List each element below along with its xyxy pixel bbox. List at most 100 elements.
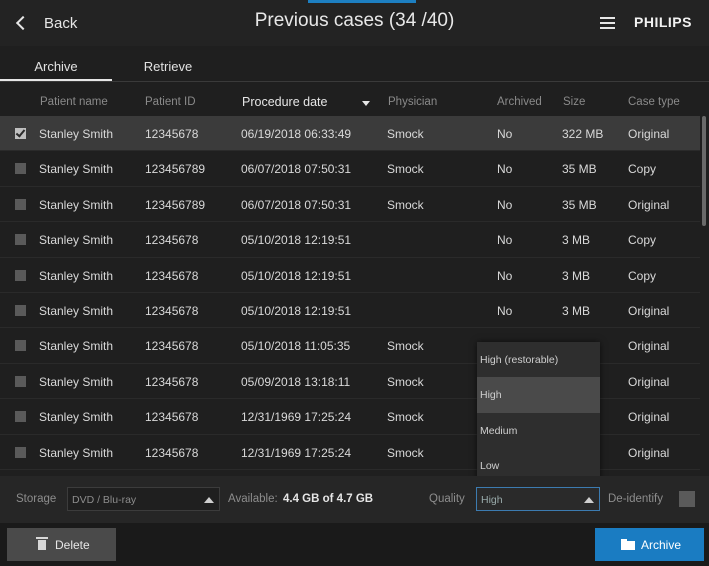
- cell-patient-id: 12345678: [145, 233, 199, 248]
- cell-patient-id: 12345678: [145, 374, 199, 389]
- cell-patient-name: Stanley Smith: [39, 268, 114, 283]
- row-checkbox[interactable]: [15, 234, 26, 246]
- cell-size: 3 MB: [562, 233, 591, 248]
- caret-up-icon: [584, 497, 594, 503]
- cell-case-type: Copy: [628, 268, 657, 283]
- cell-patient-id: 12345678: [145, 268, 199, 283]
- cell-case-type: Copy: [628, 162, 657, 177]
- sort-descending-icon: [362, 101, 370, 106]
- brand-logo: PHILIPS: [634, 14, 692, 30]
- row-checkbox[interactable]: [15, 198, 26, 210]
- cell-physician: Smock: [387, 374, 424, 389]
- column-header-patient-id[interactable]: Patient ID: [145, 96, 196, 108]
- table-row[interactable]: Stanley Smith 123456789 06/07/2018 07:50:3…: [0, 186, 700, 223]
- column-header-procedure-date[interactable]: Procedure date: [242, 95, 327, 109]
- row-checkbox[interactable]: [15, 269, 26, 281]
- cell-patient-name: Stanley Smith: [39, 162, 114, 177]
- header-bar: Back Previous cases (34 /40) PHILIPS: [0, 0, 709, 46]
- trash-icon: [36, 537, 48, 550]
- cell-patient-id: 12345678: [145, 339, 199, 354]
- column-header-case-type[interactable]: Case type: [628, 96, 680, 108]
- column-header-physician[interactable]: Physician: [388, 96, 437, 108]
- cell-physician: Smock: [387, 197, 424, 212]
- cell-case-type: Original: [628, 197, 670, 212]
- cell-physician: Smock: [387, 127, 424, 141]
- storage-select-value: DVD / Blu-ray: [72, 494, 137, 506]
- cell-patient-name: Stanley Smith: [39, 410, 114, 425]
- table-row[interactable]: Stanley Smith 12345678 05/10/2018 12:19:51…: [0, 292, 700, 329]
- caret-up-icon: [204, 497, 214, 503]
- cell-case-type: Original: [628, 127, 670, 141]
- deidentify-label: De-identify: [608, 493, 663, 505]
- cell-patient-id: 12345678: [145, 445, 199, 460]
- row-checkbox[interactable]: [15, 128, 26, 139]
- cell-size: 3 MB: [562, 303, 591, 318]
- cell-procedure-date: 06/19/2018 06:33:49: [241, 127, 352, 141]
- cell-patient-id: 123456789: [145, 162, 206, 177]
- quality-select[interactable]: High: [476, 487, 600, 511]
- cell-case-type: Original: [628, 445, 670, 460]
- quality-option-medium[interactable]: Medium: [477, 413, 600, 448]
- header-accent-line: [308, 0, 416, 3]
- cell-physician: Smock: [387, 339, 424, 354]
- cell-procedure-date: 12/31/1969 17:25:24: [241, 410, 352, 425]
- tab-archive[interactable]: Archive: [0, 53, 112, 81]
- cell-patient-name: Stanley Smith: [39, 374, 114, 389]
- column-header-size[interactable]: Size: [563, 96, 585, 108]
- available-label: Available:: [228, 493, 278, 505]
- storage-label: Storage: [16, 493, 57, 505]
- cell-patient-name: Stanley Smith: [39, 445, 114, 460]
- cell-size: 3 MB: [562, 268, 591, 283]
- row-checkbox[interactable]: [15, 375, 26, 387]
- quality-dropdown-menu: High (restorable) High Medium Low: [477, 342, 600, 483]
- archive-button[interactable]: Archive: [595, 528, 704, 561]
- cell-size: 35 MB: [562, 162, 597, 177]
- cell-procedure-date: 05/10/2018 12:19:51: [241, 303, 352, 318]
- cell-patient-id: 12345678: [145, 410, 199, 425]
- cell-case-type: Copy: [628, 233, 657, 248]
- cell-procedure-date: 12/31/1969 17:25:24: [241, 445, 352, 460]
- table-row[interactable]: Stanley Smith 12345678 05/10/2018 12:19:51…: [0, 257, 700, 293]
- table-row[interactable]: Stanley Smith 12345678 05/10/2018 12:19:51…: [0, 222, 700, 258]
- available-value: 4.4 GB of 4.7 GB: [283, 493, 374, 505]
- cell-archived: No: [497, 268, 513, 283]
- row-checkbox[interactable]: [15, 163, 26, 175]
- cell-archived: No: [497, 197, 513, 212]
- cell-patient-id: 12345678: [145, 303, 199, 318]
- row-checkbox[interactable]: [15, 340, 26, 352]
- cell-procedure-date: 05/10/2018 12:19:51: [241, 268, 352, 283]
- cell-physician: Smock: [387, 410, 424, 425]
- cell-physician: Smock: [387, 445, 424, 460]
- cell-archived: No: [497, 162, 513, 177]
- cell-patient-id: 123456789: [145, 197, 206, 212]
- column-header-patient-name[interactable]: Patient name: [40, 96, 108, 108]
- archive-button-label: Archive: [641, 538, 682, 552]
- cell-archived: No: [497, 127, 513, 141]
- column-header-archived[interactable]: Archived: [497, 96, 542, 108]
- hamburger-menu-icon[interactable]: [600, 17, 615, 29]
- quality-label: Quality: [429, 493, 465, 505]
- cell-case-type: Original: [628, 410, 670, 425]
- cell-procedure-date: 06/07/2018 07:50:31: [241, 197, 352, 212]
- cell-size: 322 MB: [562, 127, 604, 141]
- table-row[interactable]: Stanley Smith 12345678 06/19/2018 06:33:49…: [0, 116, 700, 152]
- cell-case-type: Original: [628, 374, 670, 389]
- row-checkbox[interactable]: [15, 304, 26, 316]
- cell-procedure-date: 05/10/2018 12:19:51: [241, 233, 352, 248]
- cell-procedure-date: 05/10/2018 11:05:35: [241, 339, 351, 354]
- table-row[interactable]: Stanley Smith 123456789 06/07/2018 07:50:3…: [0, 151, 700, 187]
- delete-button[interactable]: Delete: [7, 528, 116, 561]
- quality-option-high-restorable[interactable]: High (restorable): [477, 342, 600, 377]
- tab-retrieve[interactable]: Retrieve: [112, 53, 224, 81]
- deidentify-checkbox[interactable]: [679, 491, 695, 507]
- cell-patient-name: Stanley Smith: [39, 339, 114, 354]
- cell-case-type: Original: [628, 339, 670, 354]
- tabs-divider: [0, 81, 709, 82]
- table-scrollbar[interactable]: [702, 116, 706, 226]
- cell-patient-id: 12345678: [145, 127, 199, 141]
- cell-case-type: Original: [628, 303, 670, 318]
- storage-select[interactable]: DVD / Blu-ray: [67, 487, 220, 511]
- quality-option-high[interactable]: High: [477, 377, 600, 413]
- row-checkbox[interactable]: [15, 411, 26, 423]
- row-checkbox[interactable]: [15, 446, 26, 458]
